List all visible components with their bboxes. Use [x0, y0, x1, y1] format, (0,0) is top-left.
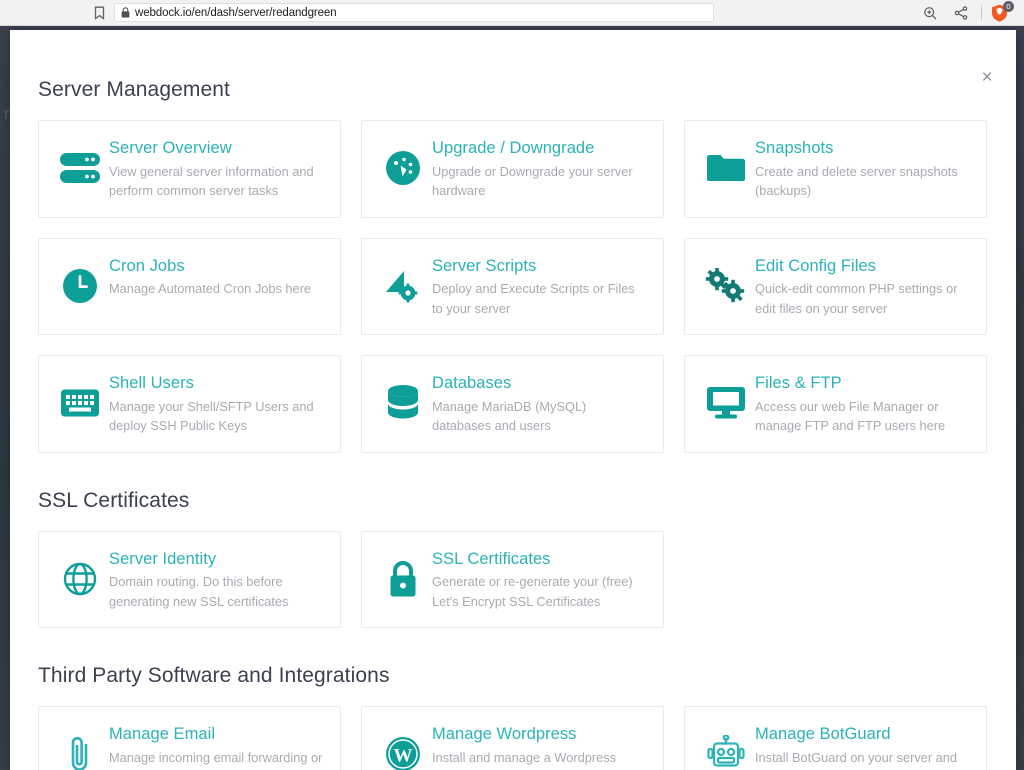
server-rack-icon	[53, 141, 107, 195]
close-icon[interactable]: ×	[976, 68, 998, 90]
lock-icon	[121, 7, 130, 18]
bookmark-icon[interactable]	[88, 2, 110, 24]
card-text: Server Overview View general server info…	[107, 137, 324, 201]
card-description: Deploy and Execute Scripts or Files to y…	[432, 281, 635, 316]
card-text: SSL Certificates Generate or re-generate…	[430, 548, 647, 612]
card-ssl-certificates[interactable]: SSL Certificates Generate or re-generate…	[361, 530, 664, 628]
paperclip-icon	[53, 727, 107, 770]
section-title: Third Party Software and Integrations	[38, 664, 390, 687]
card-description: Quick-edit common PHP settings or edit f…	[755, 281, 958, 316]
card-grid: Server Overview View general server info…	[38, 120, 988, 453]
script-gear-icon	[376, 259, 430, 313]
card-description: Install and manage a Wordpress installat…	[432, 749, 616, 770]
card-title[interactable]: Manage Wordpress	[432, 724, 647, 745]
gauge-icon	[376, 141, 430, 195]
card-manage-email[interactable]: Manage Email Manage incoming email forwa…	[38, 706, 341, 770]
card-grid: Manage Email Manage incoming email forwa…	[38, 706, 988, 770]
card-title[interactable]: Cron Jobs	[109, 256, 311, 277]
card-title[interactable]: Upgrade / Downgrade	[432, 138, 647, 159]
card-text: Cron Jobs Manage Automated Cron Jobs her…	[107, 255, 311, 299]
url-text[interactable]: webdock.io/en/dash/server/redandgreen	[135, 7, 337, 19]
card-title[interactable]: Server Scripts	[432, 256, 647, 277]
card-description: Generate or re-generate your (free) Let'…	[432, 574, 633, 609]
card-files-ftp[interactable]: Files & FTP Access our web File Manager …	[684, 355, 987, 453]
card-description: Create and delete server snapshots (back…	[755, 163, 958, 199]
share-icon[interactable]	[950, 2, 972, 24]
card-text: Snapshots Create and delete server snaps…	[753, 137, 970, 201]
card-description: Manage MariaDB (MySQL) databases and use…	[432, 398, 587, 434]
card-title[interactable]: Manage BotGuard	[755, 724, 970, 745]
svg-text:W: W	[394, 746, 413, 767]
modal-body: Server Management Server Overview View g…	[10, 30, 1016, 770]
folder-icon	[699, 141, 753, 195]
card-manage-wordpress[interactable]: W Manage Wordpress Install and manage a …	[361, 706, 664, 770]
card-text: Server Identity Domain routing. Do this …	[107, 548, 324, 612]
card-title[interactable]: Edit Config Files	[755, 256, 970, 277]
clock-icon	[53, 259, 107, 313]
card-snapshots[interactable]: Snapshots Create and delete server snaps…	[684, 120, 987, 218]
card-title[interactable]: Snapshots	[755, 138, 970, 159]
card-title[interactable]: SSL Certificates	[432, 549, 647, 570]
browser-toolbar: webdock.io/en/dash/server/redandgreen 0	[0, 0, 1024, 26]
card-description: Manage Automated Cron Jobs here	[109, 281, 312, 297]
card-title[interactable]: Server Identity	[109, 549, 324, 570]
database-icon	[376, 376, 430, 430]
card-title[interactable]: Manage Email	[109, 724, 324, 745]
keyboard-icon	[53, 376, 107, 430]
robot-icon	[699, 727, 753, 770]
card-title[interactable]: Shell Users	[109, 373, 324, 394]
card-shell-users[interactable]: Shell Users Manage your Shell/SFTP Users…	[38, 355, 341, 453]
card-upgrade-downgrade[interactable]: Upgrade / Downgrade Upgrade or Downgrade…	[361, 120, 664, 218]
zoom-search-icon[interactable]	[919, 2, 941, 24]
card-title[interactable]: Databases	[432, 373, 647, 394]
server-management-modal: × Server Management Server Overview View…	[10, 30, 1016, 770]
wordpress-icon: W	[376, 727, 430, 770]
gears-icon	[699, 259, 753, 313]
card-title[interactable]: Files & FTP	[755, 373, 970, 394]
section-server-management: Server Management Server Overview View g…	[38, 78, 988, 453]
brave-shield-icon[interactable]: 0	[991, 0, 1014, 22]
globe-icon	[53, 552, 107, 606]
address-bar[interactable]: webdock.io/en/dash/server/redandgreen	[114, 3, 714, 22]
card-text: Databases Manage MariaDB (MySQL) databas…	[430, 372, 647, 436]
card-text: Edit Config Files Quick-edit common PHP …	[753, 255, 970, 319]
card-server-scripts[interactable]: Server Scripts Deploy and Execute Script…	[361, 237, 664, 335]
card-text: Manage Email Manage incoming email forwa…	[107, 723, 324, 770]
card-text: Shell Users Manage your Shell/SFTP Users…	[107, 372, 324, 436]
card-server-overview[interactable]: Server Overview View general server info…	[38, 120, 341, 218]
toolbar-divider	[981, 5, 982, 20]
card-text: Files & FTP Access our web File Manager …	[753, 372, 970, 436]
shield-badge-count: 0	[1003, 0, 1014, 12]
card-grid: Server Identity Domain routing. Do this …	[38, 530, 988, 628]
card-cron-jobs[interactable]: Cron Jobs Manage Automated Cron Jobs her…	[38, 237, 341, 335]
card-description: View general server information and perf…	[109, 163, 314, 199]
card-manage-botguard[interactable]: Manage BotGuard Install BotGuard on your…	[684, 706, 987, 770]
card-edit-config-files[interactable]: Edit Config Files Quick-edit common PHP …	[684, 237, 987, 335]
section-title: Server Management	[38, 78, 230, 101]
card-description: Upgrade or Downgrade your server hardwar…	[432, 163, 633, 199]
padlock-icon	[376, 552, 430, 606]
section-third-party-software: Third Party Software and Integrations Ma…	[38, 664, 988, 770]
card-title[interactable]: Server Overview	[109, 138, 324, 159]
card-text: Manage BotGuard Install BotGuard on your…	[753, 723, 970, 770]
card-description: Manage your Shell/SFTP Users and deploy …	[109, 398, 314, 434]
toolbar-right-actions: 0	[919, 0, 1024, 24]
section-ssl-certificates: SSL Certificates Server Identity Domain …	[38, 488, 988, 628]
card-text: Manage Wordpress Install and manage a Wo…	[430, 723, 647, 770]
card-text: Server Scripts Deploy and Execute Script…	[430, 255, 647, 319]
card-description: Install BotGuard on your server and mana…	[755, 749, 958, 770]
monitor-icon	[699, 376, 753, 430]
card-server-identity[interactable]: Server Identity Domain routing. Do this …	[38, 530, 341, 628]
card-description: Access our web File Manager or manage FT…	[755, 398, 946, 434]
card-description: Domain routing. Do this before generatin…	[109, 574, 289, 609]
card-databases[interactable]: Databases Manage MariaDB (MySQL) databas…	[361, 355, 664, 453]
card-text: Upgrade / Downgrade Upgrade or Downgrade…	[430, 137, 647, 201]
toolbar-left-spacer	[0, 12, 88, 13]
card-description: Manage incoming email forwarding or set …	[109, 749, 323, 770]
section-title: SSL Certificates	[38, 488, 190, 512]
